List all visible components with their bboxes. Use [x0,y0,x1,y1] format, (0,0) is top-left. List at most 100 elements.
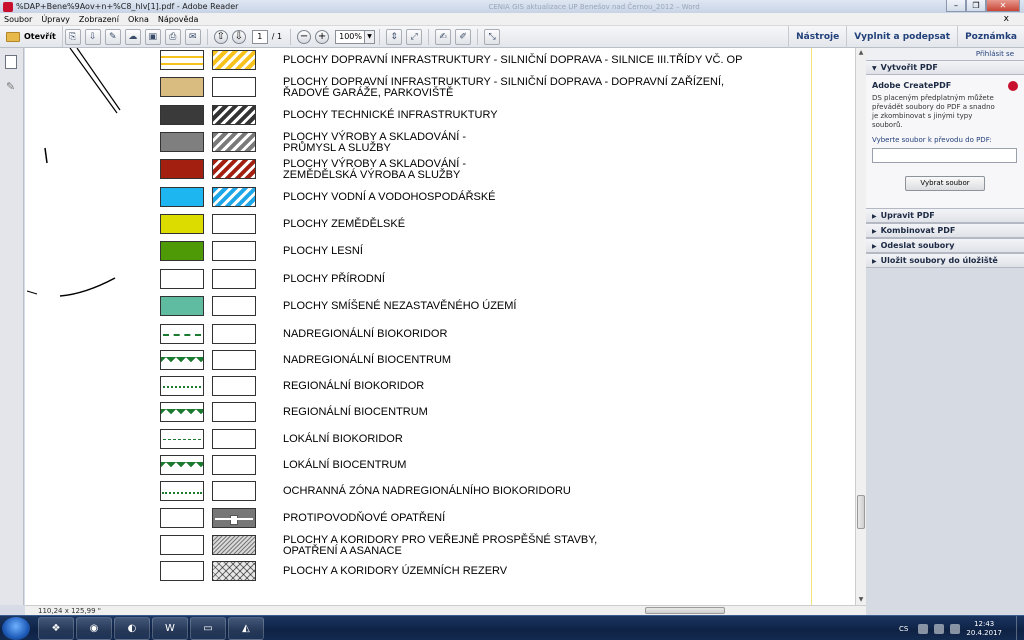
legend-row: PLOCHY A KORIDORY PRO VEŘEJNĚ PROSPĚŠNÉ … [25,535,805,557]
fit-width-icon[interactable]: ⤢ [406,28,423,45]
signature-pen-icon[interactable]: ✎ [6,80,16,93]
legend-swatch-existing [160,376,204,396]
legend-swatch-proposed [212,296,256,316]
sticky-note-icon[interactable]: ✍ [435,28,452,45]
open-button[interactable]: Otevřít [0,26,63,47]
folder-taskbar-icon[interactable]: ▭ [190,617,226,640]
legend-row: PROTIPOVODŇOVÉ OPATŘENÍ [25,508,805,530]
legend-label-line: PLOCHY PŘÍRODNÍ [283,273,385,285]
legend-label: PLOCHY VÝROBY A SKLADOVÁNÍ - ZEMĚDĚLSKÁ V… [283,159,466,181]
combine-pdf-panel-header[interactable]: ▶ Kombinovat PDF [866,223,1024,238]
legend-swatch-proposed [212,50,256,70]
clock[interactable]: 12:43 20.4.2017 [966,620,1002,638]
volume-icon[interactable] [950,623,961,634]
menu-napoveda[interactable]: Nápověda [158,15,199,24]
legend-swatch-existing [160,429,204,449]
tools-tab[interactable]: Nástroje [788,26,846,48]
page-number-input[interactable]: 1 [251,29,268,44]
create-pdf-panel-header[interactable]: ▼ Vytvořit PDF [866,60,1024,75]
legend-label: NADREGIONÁLNÍ BIOKORIDOR [283,329,447,340]
horizontal-scrollbar[interactable]: 110,24 x 125,99 " [25,605,866,616]
legend-label: LOKÁLNÍ BIOKORIDOR [283,434,403,445]
export-pdf-icon[interactable]: ⇩ [84,28,101,45]
legend-swatch-proposed [212,77,256,97]
start-button-icon[interactable] [2,617,30,640]
legend-swatch-proposed [212,481,256,501]
select-file-button[interactable]: Vybrat soubor [905,176,985,191]
vertical-scroll-thumb[interactable] [857,495,865,529]
sign-in-link[interactable]: Přihlásit se [866,48,1024,60]
legend-swatch-existing [160,350,204,370]
legend-label-line: LOKÁLNÍ BIOCENTRUM [283,459,407,471]
edit-pdf-icon[interactable]: ✎ [104,28,121,45]
upload-cloud-icon[interactable]: ☁ [124,28,141,45]
media-taskbar-icon[interactable]: ◐ [114,617,150,640]
explorer-taskbar-icon[interactable]: ❖ [38,617,74,640]
minimize-button[interactable]: – [946,0,966,12]
legend-label-line: PLOCHY TECHNICKÉ INFRASTRUKTURY [283,109,498,121]
triangle-right-icon: ▶ [872,258,877,265]
document-view[interactable]: PLOCHY DOPRAVNÍ INFRASTRUKTURY - SILNIČN… [25,48,855,605]
chevron-down-icon[interactable]: ▼ [365,29,376,44]
network-icon[interactable] [934,623,945,634]
email-icon[interactable]: ✉ [184,28,201,45]
print-icon[interactable]: ⎙ [164,28,181,45]
legend-swatch-proposed [212,535,256,555]
legend-swatch-proposed [212,455,256,475]
scroll-down-icon[interactable]: ▼ [856,595,866,605]
create-pdf-icon[interactable]: ⎘ [64,28,81,45]
triangle-down-icon: ▼ [872,65,877,72]
maximize-button[interactable]: ❐ [966,0,986,12]
legend-swatch-proposed [212,561,256,581]
document-close-icon[interactable]: x [1004,14,1009,24]
next-page-icon[interactable]: ⇩ [231,29,246,44]
horizontal-scroll-thumb[interactable] [645,607,725,614]
page-thumbnails-icon[interactable] [5,55,17,69]
send-files-panel-header[interactable]: ▶ Odeslat soubory [866,238,1024,253]
fill-sign-tab[interactable]: Vyplnit a podepsat [846,26,957,48]
selected-file-field[interactable] [872,148,1017,163]
create-pdf-header-label: Vytvořit PDF [880,63,938,72]
close-button[interactable]: ✕ [986,0,1020,12]
comment-tab[interactable]: Poznámka [957,26,1024,48]
fit-page-icon[interactable]: ⇕ [386,28,403,45]
zoom-in-icon[interactable]: + [315,29,330,44]
legend-row: PLOCHY VÝROBY A SKLADOVÁNÍ - PRŮMYSL A SL… [25,132,805,154]
system-tray: CS 12:43 20.4.2017 [899,616,1024,640]
legend-label: PLOCHY LESNÍ [283,246,363,257]
previous-page-icon[interactable]: ⇧ [213,29,228,44]
legend-label-line: OPATŘENÍ A ASANACE [283,545,402,557]
menu-soubor[interactable]: Soubor [4,15,32,24]
firefox-taskbar-icon[interactable]: ◉ [76,617,112,640]
legend-label-line: REGIONÁLNÍ BIOKORIDOR [283,380,425,392]
store-files-panel-header[interactable]: ▶ Uložit soubory do úložiště [866,253,1024,268]
legend-swatch-existing [160,324,204,344]
legend-label: PLOCHY PŘÍRODNÍ [283,274,385,285]
edit-pdf-panel-header[interactable]: ▶ Upravit PDF [866,208,1024,223]
menu-zobrazeni[interactable]: Zobrazení [79,15,119,24]
word-taskbar-icon[interactable]: W [152,617,188,640]
show-desktop-button[interactable] [1016,616,1024,640]
legend-label: PLOCHY DOPRAVNÍ INFRASTRUKTURY - SILNIČN… [283,77,724,99]
legend-swatch-proposed [212,241,256,261]
zoom-out-icon[interactable]: − [297,29,312,44]
zoom-input[interactable]: 100% [335,29,366,44]
menu-upravy[interactable]: Úpravy [41,15,70,24]
acrobat-taskbar-icon[interactable]: ◭ [228,617,264,640]
highlight-icon[interactable]: ✐ [455,28,472,45]
save-icon[interactable]: ▣ [144,28,161,45]
legend-swatch-proposed [212,508,256,528]
tray-flag-icon[interactable] [918,623,929,634]
zoom-select[interactable]: 100% ▼ [335,29,376,44]
toolbar-separator [428,28,430,45]
toolbar-separator [477,28,479,45]
combine-pdf-label: Kombinovat PDF [880,226,956,235]
menu-okna[interactable]: Okna [128,15,149,24]
legend-swatch-proposed [212,159,256,179]
read-mode-icon[interactable]: ⤡ [484,28,501,45]
legend-label-line: NADREGIONÁLNÍ BIOCENTRUM [283,354,452,366]
vertical-scrollbar[interactable]: ▲ ▼ [855,48,866,605]
scroll-up-icon[interactable]: ▲ [856,48,866,58]
legend-swatch-existing [160,508,204,528]
language-indicator[interactable]: CS [899,625,908,633]
